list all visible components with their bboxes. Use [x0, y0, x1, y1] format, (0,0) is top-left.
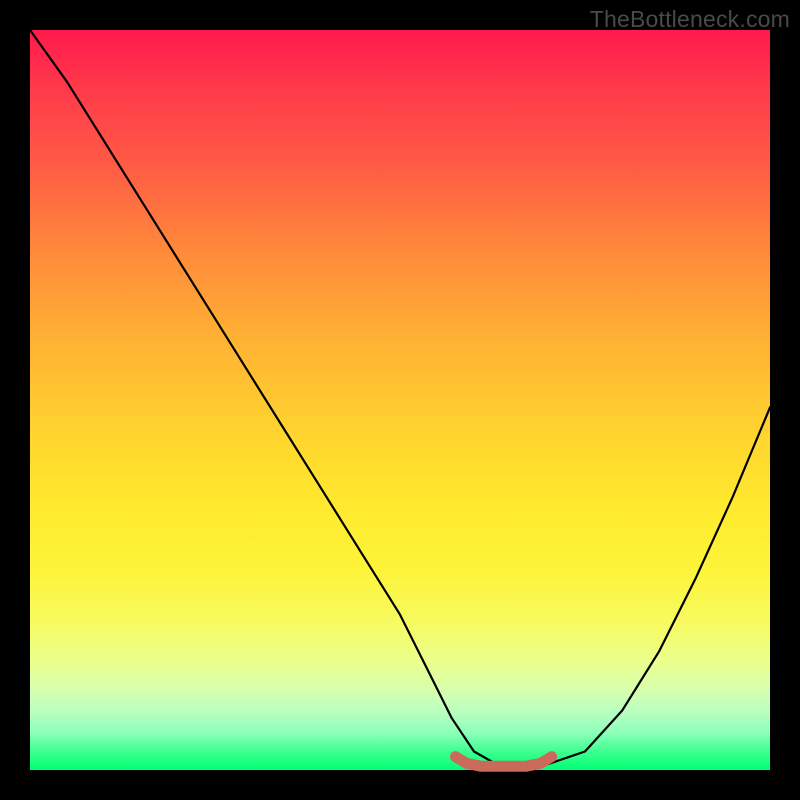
chart-frame: TheBottleneck.com: [0, 0, 800, 800]
chart-svg: [30, 30, 770, 770]
gradient-plot-area: [30, 30, 770, 770]
watermark-label: TheBottleneck.com: [590, 6, 790, 33]
optimal-range-marker: [456, 757, 552, 767]
bottleneck-curve: [30, 30, 770, 766]
